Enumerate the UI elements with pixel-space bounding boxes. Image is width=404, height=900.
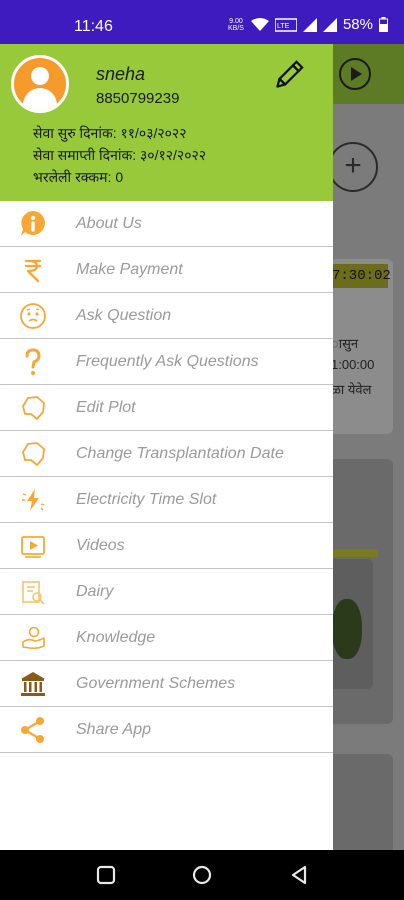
menu-item-label: Share App	[76, 721, 152, 738]
volte-icon: LTE	[274, 17, 297, 32]
menu-item-label: Frequently Ask Questions	[76, 353, 259, 370]
signal-icon-2	[322, 17, 337, 32]
menu-item-label: About Us	[76, 215, 142, 232]
rupee-icon	[19, 256, 47, 284]
plot-outline-icon	[19, 394, 47, 422]
home-button[interactable]	[191, 864, 213, 886]
diary-icon	[19, 578, 47, 606]
thinking-face-icon	[19, 302, 47, 330]
share-icon	[19, 716, 47, 744]
background-app: + 7:30:02 ासुन 1:00:00 ळा येवेल	[333, 44, 404, 850]
drawer-menu: About Us Make Payment Ask Question Frequ…	[0, 201, 333, 753]
government-building-icon	[19, 670, 47, 698]
status-icons: 9.00 KB/S LTE 58%	[227, 16, 388, 33]
service-start-date: सेवा सुरु दिनांक: ११/०३/२०२२	[33, 125, 187, 141]
menu-item-label: Make Payment	[76, 261, 183, 278]
avatar[interactable]	[11, 55, 69, 113]
menu-item-label: Knowledge	[76, 629, 156, 646]
menu-item-label: Videos	[76, 537, 125, 554]
background-card	[333, 754, 393, 850]
menu-item-edit-plot[interactable]: Edit Plot	[0, 385, 333, 431]
battery-icon	[379, 17, 388, 32]
background-text: ासुन	[333, 336, 359, 351]
background-timer: 7:30:02	[333, 264, 391, 288]
menu-item-share-app[interactable]: Share App	[0, 707, 333, 753]
status-bar: 11:46 9.00 KB/S LTE 58%	[0, 0, 404, 44]
menu-item-faq[interactable]: Frequently Ask Questions	[0, 339, 333, 385]
menu-item-about-us[interactable]: About Us	[0, 201, 333, 247]
menu-item-change-transplantation-date[interactable]: Change Transplantation Date	[0, 431, 333, 477]
question-mark-icon	[19, 348, 47, 376]
menu-item-label: Electricity Time Slot	[76, 491, 217, 508]
user-name: sneha	[96, 64, 146, 84]
menu-item-make-payment[interactable]: Make Payment	[0, 247, 333, 293]
system-navigation-bar	[0, 850, 404, 900]
video-icon	[19, 532, 47, 560]
menu-item-label: Change Transplantation Date	[76, 445, 284, 462]
user-phone: 8850799239	[96, 90, 180, 107]
status-time: 11:46	[74, 18, 113, 35]
menu-item-label: Edit Plot	[76, 399, 136, 416]
recent-apps-button[interactable]	[95, 864, 117, 886]
background-text: ळा येवेल	[333, 382, 372, 397]
menu-item-government-schemes[interactable]: Government Schemes	[0, 661, 333, 707]
info-icon	[19, 210, 47, 238]
menu-item-label: Ask Question	[76, 307, 172, 324]
back-button[interactable]	[288, 864, 310, 886]
navigation-drawer: sneha 8850799239 सेवा सुरु दिनांक: ११/०३…	[0, 44, 333, 850]
data-speed-icon: 9.00 KB/S	[227, 17, 244, 32]
drawer-header: sneha 8850799239 सेवा सुरु दिनांक: ११/०३…	[0, 44, 333, 201]
knowledge-icon	[19, 624, 47, 652]
background-text: 1:00:00	[333, 357, 375, 372]
plot-outline-icon	[19, 440, 47, 468]
menu-item-label: Dairy	[76, 583, 114, 600]
background-card	[333, 459, 393, 724]
menu-item-videos[interactable]: Videos	[0, 523, 333, 569]
menu-item-dairy[interactable]: Dairy	[0, 569, 333, 615]
menu-item-ask-question[interactable]: Ask Question	[0, 293, 333, 339]
wifi-icon	[250, 17, 269, 31]
signal-icon	[302, 17, 317, 32]
amount-paid: भरलेली रक्कम: 0	[33, 169, 124, 185]
svg-text:LTE: LTE	[277, 23, 290, 30]
service-end-date: सेवा समाप्ती दिनांक: ३०/१२/२०२२	[33, 147, 207, 163]
lightning-icon	[19, 486, 47, 514]
pencil-edit-icon[interactable]	[270, 58, 306, 94]
battery-percent: 58%	[342, 16, 373, 33]
add-circle-icon: +	[333, 142, 378, 192]
menu-item-electricity-time-slot[interactable]: Electricity Time Slot	[0, 477, 333, 523]
menu-item-label: Government Schemes	[76, 675, 236, 692]
play-icon	[339, 58, 371, 90]
crop-image	[333, 559, 373, 689]
menu-item-knowledge[interactable]: Knowledge	[0, 615, 333, 661]
